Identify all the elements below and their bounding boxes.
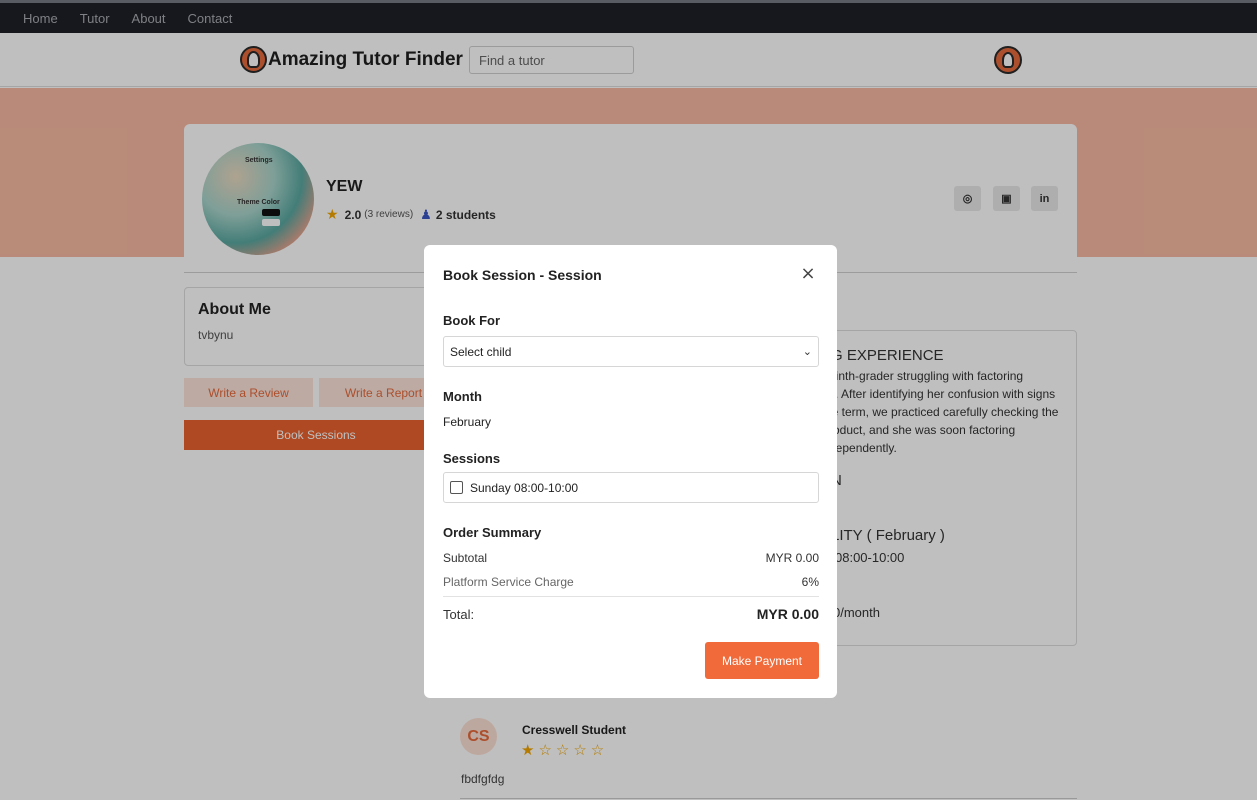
child-select[interactable]: Select child ⌄ — [443, 336, 819, 367]
service-charge-value: 6% — [801, 575, 819, 589]
session-option[interactable]: Sunday 08:00-10:00 — [443, 472, 819, 503]
chevron-down-icon: ⌄ — [802, 345, 812, 358]
month-label: Month — [443, 389, 482, 404]
total-row: Total: MYR 0.00 — [443, 606, 819, 622]
divider — [443, 596, 819, 597]
book-session-modal: Book Session - Session × Book For Select… — [424, 245, 837, 698]
service-charge-row: Platform Service Charge 6% — [443, 575, 819, 589]
subtotal-label: Subtotal — [443, 551, 488, 565]
make-payment-button[interactable]: Make Payment — [705, 642, 819, 679]
order-summary-label: Order Summary — [443, 525, 542, 540]
total-label: Total: — [443, 606, 475, 622]
child-select-value: Select child — [450, 344, 512, 359]
close-icon[interactable]: × — [800, 264, 816, 284]
total-value: MYR 0.00 — [756, 606, 819, 622]
subtotal-row: Subtotal MYR 0.00 — [443, 551, 819, 565]
session-option-label: Sunday 08:00-10:00 — [470, 480, 579, 495]
sessions-label: Sessions — [443, 451, 501, 466]
month-value: February — [443, 415, 492, 429]
book-for-label: Book For — [443, 313, 501, 328]
service-charge-label: Platform Service Charge — [443, 575, 574, 589]
subtotal-value: MYR 0.00 — [765, 551, 819, 565]
modal-title: Book Session - Session — [443, 267, 602, 283]
session-checkbox[interactable] — [450, 481, 463, 494]
